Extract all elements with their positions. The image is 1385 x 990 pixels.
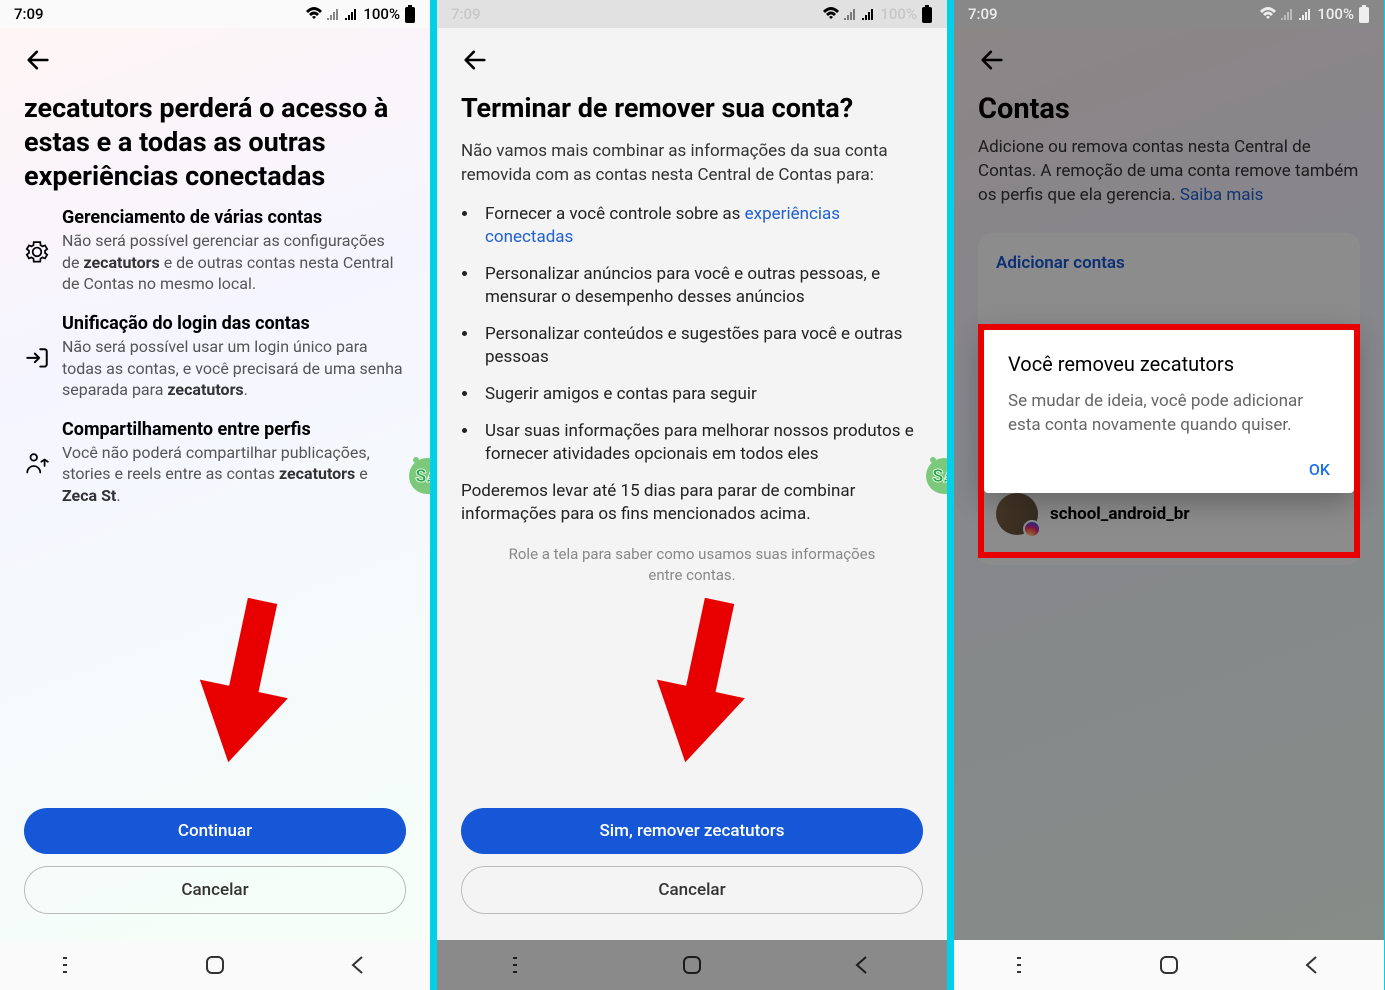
recents-icon[interactable] xyxy=(1015,954,1037,976)
signal-icon xyxy=(1281,8,1295,20)
status-bar: 7:09 100% xyxy=(954,0,1384,28)
page-title: Terminar de remover sua conta? xyxy=(461,92,923,126)
dialog-ok-button[interactable]: OK xyxy=(1008,460,1330,479)
status-right: 100% xyxy=(1259,5,1370,23)
status-bar: 7:09 100% xyxy=(0,0,430,28)
bullet-item: Personalizar conteúdos e sugestões para … xyxy=(479,323,923,369)
battery-icon xyxy=(1358,5,1370,23)
nav-bar xyxy=(954,940,1384,990)
home-icon[interactable] xyxy=(204,954,226,976)
continue-button[interactable]: Continuar xyxy=(24,808,406,854)
feature-unified-login: Unificação do login das contas Não será … xyxy=(24,313,406,401)
svg-text:SA: SA xyxy=(415,466,430,487)
home-icon[interactable] xyxy=(1158,954,1180,976)
screen2-content: Terminar de remover sua conta? Não vamos… xyxy=(437,28,947,940)
feature-title: Compartilhamento entre perfis xyxy=(62,419,406,440)
confirm-remove-button[interactable]: Sim, remover zecatutors xyxy=(461,808,923,854)
home-icon[interactable] xyxy=(681,954,703,976)
feature-title: Gerenciamento de várias contas xyxy=(62,207,406,228)
feature-profile-share: Compartilhamento entre perfis Você não p… xyxy=(24,419,406,507)
page-title: zecatutors perderá o acesso à estas e a … xyxy=(24,92,406,193)
back-arrow-icon[interactable] xyxy=(461,46,489,74)
back-arrow-icon[interactable] xyxy=(24,46,52,74)
people-share-icon xyxy=(24,421,50,507)
feature-desc: Não será possível gerenciar as configura… xyxy=(62,230,406,295)
feature-desc: Você não poderá compartilhar publicações… xyxy=(62,442,406,507)
battery-pct: 100% xyxy=(1317,5,1354,23)
wifi-icon xyxy=(822,7,840,21)
watermark-icon: SA xyxy=(919,448,947,498)
signal-icon xyxy=(345,8,359,20)
body-paragraph: Poderemos levar até 15 dias para parar d… xyxy=(461,480,923,526)
screen3-content: Contas Adicione ou remova contas nesta C… xyxy=(954,28,1384,940)
back-icon[interactable] xyxy=(347,954,369,976)
nav-bar xyxy=(0,940,430,990)
cancel-button[interactable]: Cancelar xyxy=(24,866,406,914)
signal-icon xyxy=(844,8,858,20)
feature-title: Unificação do login das contas xyxy=(62,313,406,334)
battery-icon xyxy=(404,5,416,23)
nav-bar xyxy=(437,940,947,990)
signal-icon xyxy=(862,8,876,20)
confirmation-dialog: Você removeu zecatutors Se mudar de idei… xyxy=(984,328,1354,493)
battery-pct: 100% xyxy=(880,5,917,23)
gear-icon xyxy=(24,209,50,295)
wifi-icon xyxy=(1259,7,1277,21)
annotation-arrow-icon xyxy=(647,598,747,768)
battery-icon xyxy=(921,5,933,23)
wifi-icon xyxy=(305,7,323,21)
bullet-item: Usar suas informações para melhorar noss… xyxy=(479,420,923,466)
watermark-icon: SA xyxy=(402,448,430,498)
cancel-button[interactable]: Cancelar xyxy=(461,866,923,914)
back-icon[interactable] xyxy=(1301,954,1323,976)
page-subtitle: Não vamos mais combinar as informações d… xyxy=(461,140,923,188)
screen1-content: zecatutors perderá o acesso à estas e a … xyxy=(0,28,430,940)
recents-icon[interactable] xyxy=(61,954,83,976)
login-arrow-icon xyxy=(24,315,50,401)
status-bar: 7:09 100% xyxy=(437,0,947,28)
scroll-hint: Role a tela para saber como usamos suas … xyxy=(501,544,883,586)
dialog-text: Se mudar de ideia, você pode adicionar e… xyxy=(1008,390,1330,438)
svg-text:SA: SA xyxy=(932,466,947,487)
signal-icon xyxy=(327,8,341,20)
bullet-item: Fornecer a você controle sobre as experi… xyxy=(479,203,923,249)
status-right: 100% xyxy=(305,5,416,23)
back-icon[interactable] xyxy=(851,954,873,976)
feature-multi-account: Gerenciamento de várias contas Não será … xyxy=(24,207,406,295)
recents-icon[interactable] xyxy=(511,954,533,976)
signal-icon xyxy=(1299,8,1313,20)
bullet-item: Sugerir amigos e contas para seguir xyxy=(479,383,923,406)
dialog-title: Você removeu zecatutors xyxy=(1008,352,1330,376)
status-right: 100% xyxy=(822,5,933,23)
status-time: 7:09 xyxy=(14,5,44,23)
feature-desc: Não será possível usar um login único pa… xyxy=(62,336,406,401)
battery-pct: 100% xyxy=(363,5,400,23)
bullet-item: Personalizar anúncios para você e outras… xyxy=(479,263,923,309)
status-time: 7:09 xyxy=(451,5,481,23)
status-time: 7:09 xyxy=(968,5,998,23)
annotation-arrow-icon xyxy=(190,598,290,768)
